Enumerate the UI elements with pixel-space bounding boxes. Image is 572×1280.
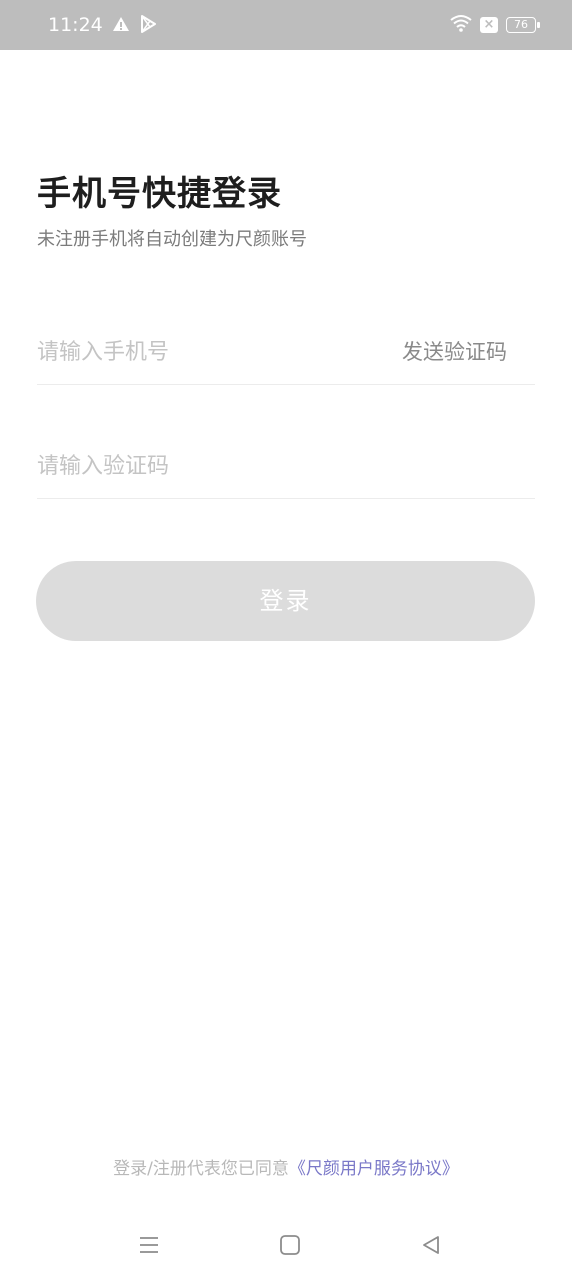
play-store-icon <box>140 15 156 37</box>
status-bar: 11:24 × 76 <box>0 0 572 50</box>
warning-icon <box>112 16 130 36</box>
login-button[interactable]: 登录 <box>36 561 535 641</box>
home-icon[interactable] <box>275 1230 305 1260</box>
battery-icon: 76 <box>506 17 540 33</box>
agreement-text: 登录/注册代表您已同意 <box>113 1159 289 1179</box>
send-code-button[interactable]: 发送验证码 <box>402 338 507 366</box>
code-input[interactable] <box>37 446 377 486</box>
battery-level: 76 <box>514 18 528 31</box>
page-subtitle: 未注册手机将自动创建为尺颜账号 <box>37 229 307 250</box>
phone-input[interactable] <box>37 332 377 372</box>
close-box-icon: × <box>480 17 498 33</box>
status-time: 11:24 <box>48 14 103 36</box>
page-title: 手机号快捷登录 <box>37 174 282 214</box>
agreement: 登录/注册代表您已同意《尺颜用户服务协议》 <box>0 1156 572 1182</box>
status-left-icons <box>112 15 156 37</box>
back-icon[interactable] <box>416 1230 446 1260</box>
nav-bar <box>0 1214 572 1280</box>
menu-icon[interactable] <box>134 1230 164 1260</box>
wifi-icon <box>450 14 472 36</box>
agreement-link[interactable]: 《尺颜用户服务协议》 <box>289 1159 459 1179</box>
status-right-icons: × 76 <box>450 14 540 36</box>
phone-field-row: 发送验证码 <box>37 324 535 385</box>
code-field-row <box>37 432 535 499</box>
